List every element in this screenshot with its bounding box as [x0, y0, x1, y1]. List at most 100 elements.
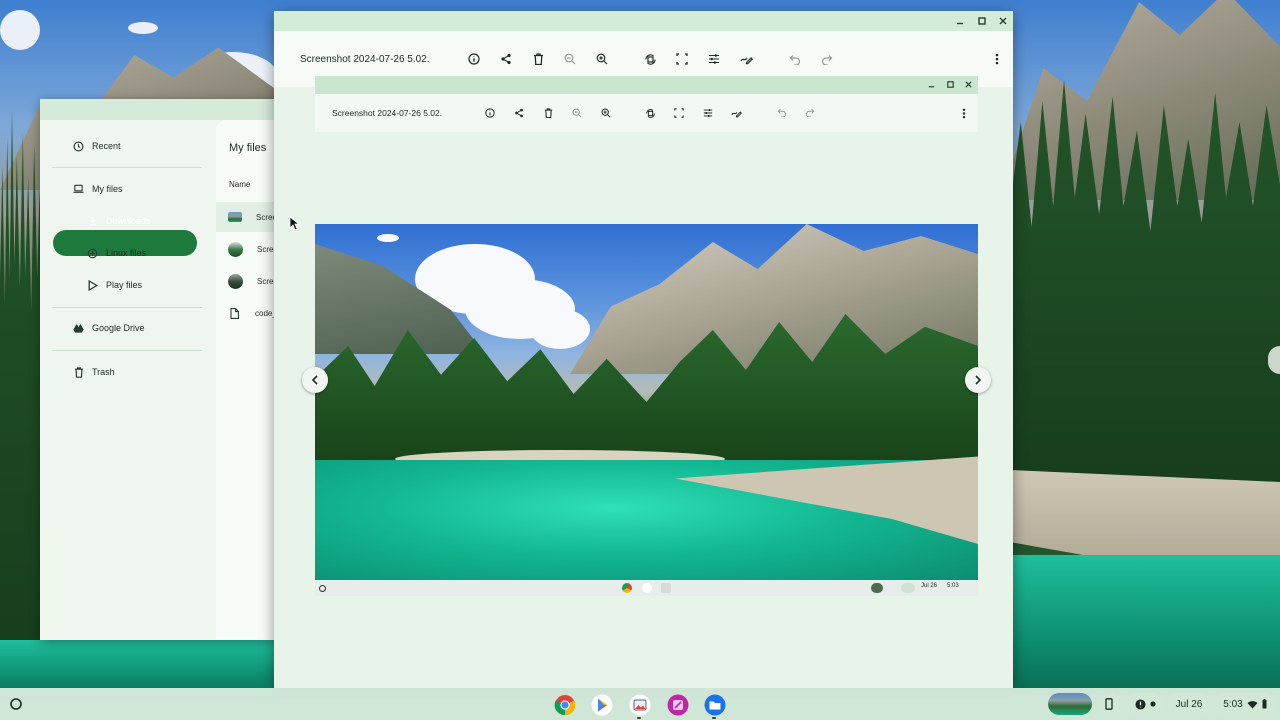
gallery-titlebar[interactable]	[274, 11, 1013, 31]
maximize-icon[interactable]	[975, 14, 989, 28]
sidebar-item-label: Downloads	[106, 216, 151, 226]
minimize-icon[interactable]	[953, 14, 967, 28]
sidebar-item-my-files[interactable]: My files	[73, 176, 123, 202]
status-pill	[901, 583, 915, 593]
chrome-icon	[554, 694, 575, 715]
close-icon[interactable]	[996, 14, 1010, 28]
date-label: Jul 26	[1175, 698, 1203, 710]
gallery-icon	[661, 583, 671, 593]
launcher-icon	[10, 698, 22, 710]
files-icon	[704, 694, 725, 715]
sidebar-item-label: Trash	[92, 367, 115, 377]
delete-icon	[544, 108, 553, 118]
page-title: My files	[229, 142, 267, 154]
maximize-icon	[947, 81, 954, 88]
inner-date-label: Jul 26	[921, 583, 938, 589]
file-row[interactable]: Scree	[216, 202, 280, 232]
tray-thumbnail	[871, 583, 883, 593]
image-cloud	[377, 234, 399, 242]
image-thumbnail-icon	[228, 212, 242, 222]
sidebar-item-downloads[interactable]: Downloads	[87, 208, 151, 234]
phone-hub-button[interactable]	[1098, 693, 1120, 715]
sidebar-item-label: My files	[92, 184, 123, 194]
more-options-icon	[962, 108, 966, 119]
play-store-icon	[591, 694, 612, 715]
wallpaper-cloud	[0, 10, 40, 50]
time-label: 5:03	[1223, 698, 1243, 710]
close-icon	[965, 81, 972, 88]
sidebar-item-play-files[interactable]: Play files	[87, 272, 142, 298]
image-thumbnail-icon	[228, 241, 243, 257]
more-options-icon[interactable]	[989, 51, 1005, 67]
info-icon[interactable]	[466, 51, 482, 67]
files-titlebar[interactable]	[40, 99, 280, 120]
running-indicator	[712, 717, 716, 719]
sidebar-item-label: Google Drive	[92, 323, 145, 333]
sidebar-item-recent[interactable]: Recent	[73, 133, 121, 159]
play-icon	[87, 279, 98, 291]
inner-toolbar: Screenshot 2024-07-26 5.02.	[315, 94, 978, 132]
zoom-out-icon[interactable]	[562, 51, 578, 67]
column-header-name[interactable]: Name	[229, 180, 250, 189]
sidebar-divider	[52, 167, 202, 168]
redo-icon	[805, 108, 815, 117]
crop-icon[interactable]	[674, 51, 690, 67]
gallery-window: Screenshot 2024-07-26 5.02. Screenshot 2…	[274, 11, 1013, 688]
download-icon	[87, 216, 98, 227]
wallpaper-cloud	[128, 22, 158, 34]
zoom-out-icon	[572, 108, 582, 118]
rotate-icon	[646, 109, 655, 118]
sidebar-item-google-drive[interactable]: Google Drive	[73, 315, 145, 341]
image-shelf: Jul 26 5:03	[315, 580, 978, 596]
play-store-icon	[642, 583, 652, 593]
wallpaper-lake	[1010, 555, 1280, 695]
file-row[interactable]: code_	[216, 298, 280, 328]
launcher-icon	[319, 584, 326, 592]
image-thumbnail-icon	[228, 273, 243, 289]
next-image-button[interactable]	[965, 367, 991, 393]
inner-file-title: Screenshot 2024-07-26 5.02.	[332, 108, 443, 118]
date-pill[interactable]: Jul 26	[1167, 693, 1211, 715]
sidebar-item-label: Linux files	[106, 248, 147, 258]
chrome-icon	[622, 583, 632, 593]
previous-image-button[interactable]	[302, 367, 328, 393]
sidebar-item-linux-files[interactable]: Linux files	[87, 240, 146, 266]
system-shelf: Jul 26 5:03	[0, 688, 1280, 720]
zoom-in-icon[interactable]	[594, 51, 610, 67]
zoom-in-icon	[601, 108, 611, 118]
clock-icon	[73, 141, 84, 152]
displayed-image[interactable]: Jul 26 5:03	[315, 224, 978, 596]
redo-icon[interactable]	[819, 51, 835, 67]
canvas-app-button[interactable]	[666, 693, 689, 716]
file-row[interactable]: Scree	[216, 266, 280, 296]
share-icon	[515, 108, 523, 118]
gallery-icon	[629, 694, 650, 715]
annotate-icon[interactable]	[738, 51, 754, 67]
rotate-icon[interactable]	[642, 51, 658, 67]
wifi-icon	[1247, 700, 1258, 709]
phone-icon	[1105, 698, 1113, 710]
adjust-icon[interactable]	[706, 51, 722, 67]
launcher-button[interactable]	[7, 695, 25, 713]
battery-icon	[1262, 699, 1267, 709]
file-row[interactable]: Scree	[216, 234, 280, 264]
gallery-app-button[interactable]	[628, 693, 651, 716]
crop-icon	[674, 108, 684, 118]
chrome-app-button[interactable]	[553, 693, 576, 716]
files-app-button[interactable]	[703, 693, 726, 716]
undo-icon[interactable]	[787, 51, 803, 67]
notification-pill[interactable]	[1126, 693, 1164, 715]
files-main-pane: My files Name Scree Scree Scree code_	[216, 120, 280, 640]
sidebar-item-trash[interactable]: Trash	[73, 359, 115, 385]
files-sidebar: Recent My files Downloads Linux files Pl…	[40, 120, 216, 640]
files-app-window: Recent My files Downloads Linux files Pl…	[40, 99, 280, 640]
chevron-left-icon	[311, 375, 318, 385]
google-drive-icon	[73, 323, 84, 334]
play-store-app-button[interactable]	[590, 693, 613, 716]
delete-icon[interactable]	[530, 51, 546, 67]
trash-icon	[73, 366, 84, 378]
share-icon[interactable]	[498, 51, 514, 67]
recent-capture-thumbnail[interactable]	[1048, 693, 1092, 715]
system-tray-button[interactable]: 5:03	[1214, 693, 1276, 715]
sidebar-divider	[52, 350, 202, 351]
